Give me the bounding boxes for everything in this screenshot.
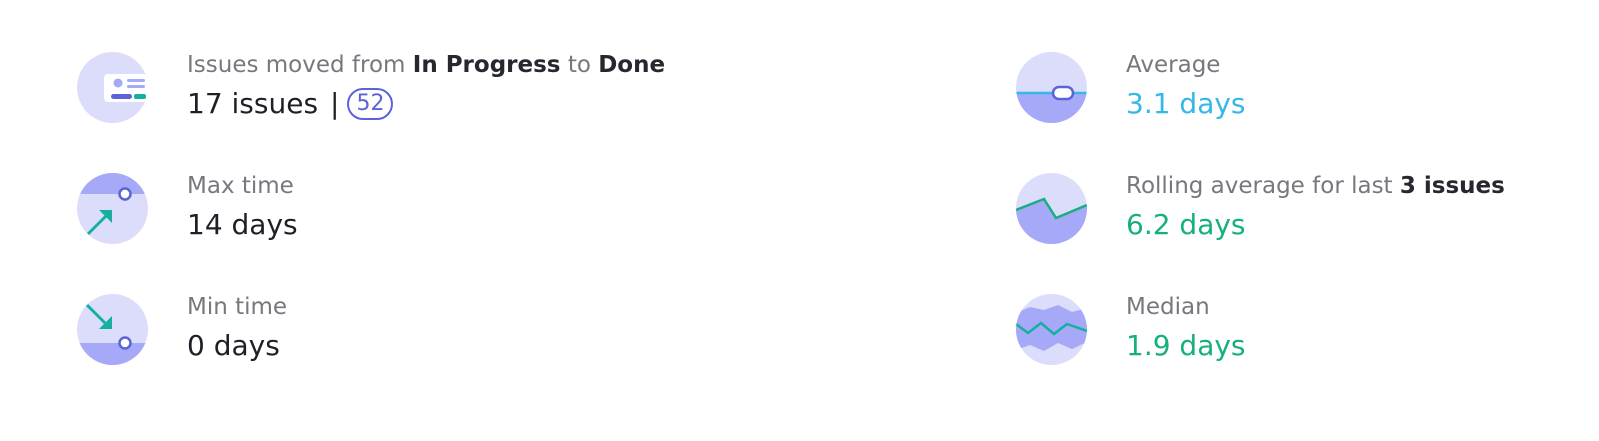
median-value: 1.9 days <box>1126 329 1246 362</box>
issues-count-value: 17 issues | 52 <box>187 86 665 122</box>
average-line-icon <box>1016 52 1087 123</box>
rolling-average-value: 6.2 days <box>1126 208 1246 241</box>
stat-max-time: Max time 14 days <box>77 171 298 244</box>
stat-median: Median 1.9 days <box>1016 292 1246 365</box>
stat-issues-moved: Issues moved from In Progress to Done 17… <box>77 50 665 123</box>
value-separator: | <box>330 87 340 120</box>
average-value: 3.1 days <box>1126 87 1246 120</box>
stat-min-time: Min time 0 days <box>77 292 287 365</box>
issues-moved-label: Issues moved from In Progress to Done <box>187 52 666 78</box>
issue-card-icon <box>77 52 148 123</box>
from-status: In Progress <box>412 52 561 78</box>
max-time-value: 14 days <box>187 208 298 241</box>
average-label: Average <box>1126 52 1221 78</box>
median-label: Median <box>1126 294 1210 320</box>
issue-count-badge[interactable]: 52 <box>347 88 394 120</box>
to-status: Done <box>598 52 666 78</box>
min-time-label: Min time <box>187 294 288 320</box>
stat-average: Average 3.1 days <box>1016 50 1246 123</box>
min-time-value: 0 days <box>187 329 280 362</box>
trend-up-arrow-icon <box>77 173 148 244</box>
trend-down-arrow-icon <box>77 294 148 365</box>
rolling-average-label: Rolling average for last 3 issues <box>1126 173 1505 199</box>
rolling-window: 3 issues <box>1399 173 1505 199</box>
rolling-average-chart-icon <box>1016 173 1087 244</box>
median-wave-icon <box>1016 294 1087 365</box>
stat-rolling-average: Rolling average for last 3 issues 6.2 da… <box>1016 171 1505 244</box>
max-time-label: Max time <box>187 173 294 199</box>
